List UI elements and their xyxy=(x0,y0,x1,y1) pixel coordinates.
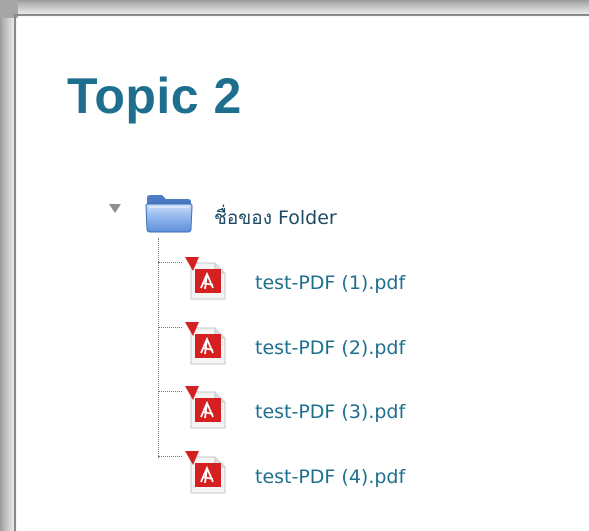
folder-label[interactable]: ชื่อของ Folder xyxy=(214,205,337,231)
tree-branch-line xyxy=(158,262,182,263)
file-link[interactable]: test-PDF (1).pdf xyxy=(255,270,405,296)
tree-branch-line xyxy=(158,327,182,328)
file-link[interactable]: test-PDF (3).pdf xyxy=(255,399,405,425)
tree-branch-line xyxy=(158,456,182,457)
file-link[interactable]: test-PDF (2).pdf xyxy=(255,335,405,361)
folder-tree: ชื่อของ Folder test-PDF (1).pdf test-PDF… xyxy=(0,0,589,531)
file-link[interactable]: test-PDF (4).pdf xyxy=(255,464,405,490)
pdf-file-icon[interactable] xyxy=(183,320,231,368)
file-item[interactable]: test-PDF (2).pdf xyxy=(158,322,458,377)
pdf-file-icon[interactable] xyxy=(183,384,231,432)
pdf-file-icon[interactable] xyxy=(183,255,231,303)
file-item[interactable]: test-PDF (1).pdf xyxy=(158,257,458,312)
collapse-toggle-icon[interactable] xyxy=(109,204,121,213)
tree-branch-line xyxy=(158,391,182,392)
file-item[interactable]: test-PDF (4).pdf xyxy=(158,451,458,506)
folder-icon[interactable] xyxy=(144,192,194,234)
content-panel: Topic 2 ชื่อของ Folder test-PDF (1).pdf … xyxy=(0,0,589,531)
pdf-file-icon[interactable] xyxy=(183,449,231,497)
file-item[interactable]: test-PDF (3).pdf xyxy=(158,386,458,441)
